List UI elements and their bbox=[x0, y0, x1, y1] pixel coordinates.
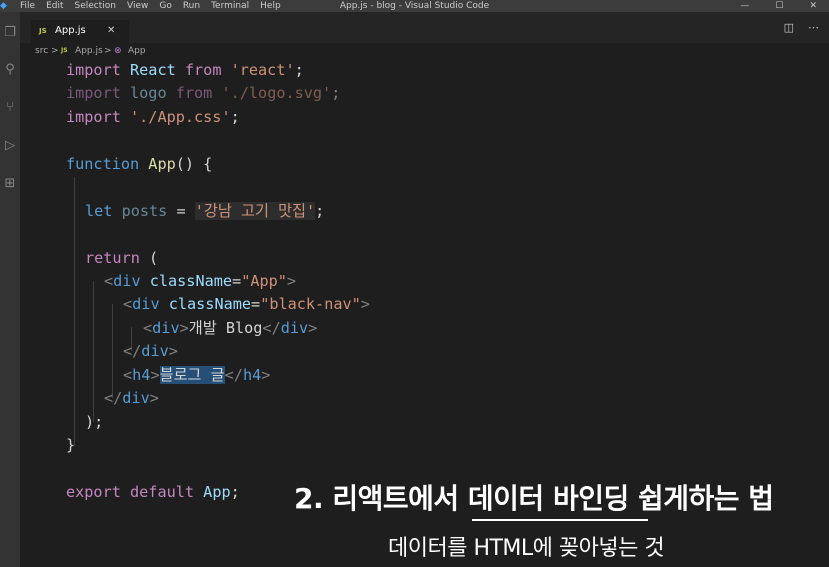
code-line: <div className="black-nav"> bbox=[123, 295, 370, 313]
indent-guide bbox=[93, 281, 94, 422]
breadcrumb-separator: > bbox=[51, 46, 59, 56]
editor-actions: ◫ ⋯ bbox=[784, 21, 819, 34]
explorer-icon[interactable]: ❐ bbox=[0, 25, 20, 41]
code-line: import logo from './logo.svg'; bbox=[66, 84, 341, 102]
breadcrumb-separator: > bbox=[104, 46, 112, 56]
js-file-icon: JS bbox=[61, 47, 68, 54]
symbol-method-icon: ⊗ bbox=[114, 46, 122, 56]
code-line: let posts = '강남 고기 맛집'; bbox=[85, 202, 325, 220]
code-line: </div> bbox=[104, 389, 159, 407]
menu-edit[interactable]: Edit bbox=[46, 0, 63, 12]
code-line: <h4>블로그 글</h4> bbox=[123, 366, 271, 384]
breadcrumb-folder[interactable]: src bbox=[35, 43, 48, 59]
js-file-icon: JS bbox=[39, 27, 47, 35]
menu-bar: File Edit Selection View Go Run Terminal… bbox=[20, 0, 281, 12]
code-line: export default App; bbox=[66, 483, 240, 501]
extensions-icon[interactable]: ⊞ bbox=[0, 176, 20, 192]
code-line: <div className="App"> bbox=[104, 272, 297, 290]
source-control-icon[interactable]: ⑂ bbox=[0, 100, 20, 116]
breadcrumb: src > JS App.js > ⊗ App bbox=[20, 43, 829, 59]
menu-selection[interactable]: Selection bbox=[75, 0, 116, 12]
menu-terminal[interactable]: Terminal bbox=[211, 0, 249, 12]
tab-close-icon[interactable]: ✕ bbox=[107, 20, 115, 42]
caption-underline bbox=[472, 519, 648, 521]
menu-run[interactable]: Run bbox=[183, 0, 200, 12]
code-line: import './App.css'; bbox=[66, 108, 240, 126]
caption-title: 2. 리액트에서 데이터 바인딩 쉽게하는 법 bbox=[294, 482, 774, 515]
indent-guide bbox=[74, 177, 75, 446]
activity-bar: ❐ ⚲ ⑂ ▷ ⊞ bbox=[0, 12, 20, 567]
code-line: function App() { bbox=[66, 155, 213, 173]
code-line: <div>개발 Blog</div> bbox=[143, 319, 318, 337]
menu-file[interactable]: File bbox=[20, 0, 35, 12]
title-bar: ◆ File Edit Selection View Go Run Termin… bbox=[0, 0, 829, 12]
window-controls: — ☐ ✕ bbox=[740, 0, 817, 12]
tab-bar: JS App.js ✕ ◫ ⋯ bbox=[20, 12, 829, 43]
more-actions-icon[interactable]: ⋯ bbox=[808, 21, 819, 34]
menu-help[interactable]: Help bbox=[260, 0, 281, 12]
minimize-button[interactable]: — bbox=[740, 0, 749, 12]
close-window-button[interactable]: ✕ bbox=[809, 0, 817, 12]
caption-subtitle: 데이터를 HTML에 꽂아넣는 것 bbox=[388, 536, 665, 561]
tab-label: App.js bbox=[55, 25, 86, 36]
split-editor-icon[interactable]: ◫ bbox=[784, 21, 794, 34]
maximize-button[interactable]: ☐ bbox=[775, 0, 783, 12]
code-line: } bbox=[66, 436, 76, 454]
tab-app-js[interactable]: JS App.js ✕ bbox=[31, 20, 129, 43]
code-line: ); bbox=[85, 413, 104, 431]
code-line: return ( bbox=[85, 249, 159, 267]
indent-guide bbox=[112, 304, 113, 398]
breadcrumb-symbol[interactable]: App bbox=[128, 43, 146, 59]
run-debug-icon[interactable]: ▷ bbox=[0, 138, 20, 154]
search-icon[interactable]: ⚲ bbox=[0, 62, 20, 78]
code-line: </div> bbox=[123, 342, 178, 360]
breadcrumb-file[interactable]: App.js bbox=[75, 43, 103, 59]
menu-go[interactable]: Go bbox=[159, 0, 171, 12]
vscode-logo-icon: ◆ bbox=[0, 1, 7, 11]
menu-view[interactable]: View bbox=[127, 0, 148, 12]
selected-text: 블로그 글 bbox=[159, 366, 225, 384]
code-line: import React from 'react'; bbox=[66, 61, 304, 79]
